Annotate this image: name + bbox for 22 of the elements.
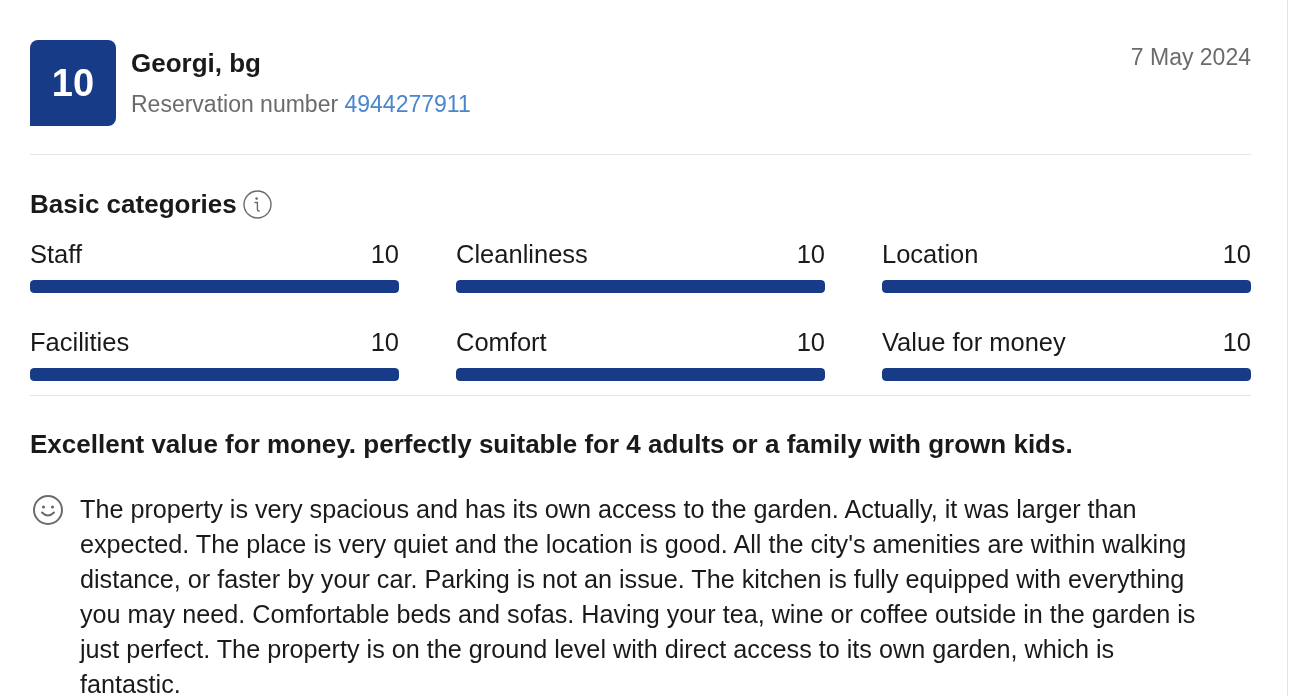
section-title: Basic categories (30, 189, 237, 219)
score-badge: 10 (30, 40, 116, 126)
category-label: Facilities (30, 327, 130, 357)
reservation-number-link[interactable]: 4944277911 (344, 91, 471, 117)
info-icon[interactable] (242, 189, 272, 219)
review-comment: The property is very spacious and has its own access to the garden. Actually, it was larger than expected. The place is very quiet and the location is good. All the city's amenities are within walking distance, or faster by your car. Parking is not an issue. The kitchen is fully equipped with everything you may need. Comfortable beds and sofas. Having your tea, wine or coffee outside in the garden is just perfect. The property is on the ground level with direct access to its own garden, which is fantastic. (80, 494, 1197, 696)
category-label: Location (882, 239, 979, 269)
category-score: 10 (1222, 239, 1251, 269)
review-date: 7 May 2024 (1130, 43, 1251, 71)
smiley-face-icon (33, 495, 63, 525)
reviewer-name: Georgi, bg (131, 48, 262, 79)
review-headline: Excellent value for money. perfectly suitable for 4 adults or a family with grown kids. (30, 429, 1074, 459)
category-score: 10 (796, 327, 825, 357)
reservation-text: Reservation number 4944277911 (131, 90, 471, 118)
category-label: Value for money (882, 327, 1066, 357)
category-score: 10 (370, 239, 399, 269)
category-score: 10 (1222, 327, 1251, 357)
category-label: Cleanliness (456, 239, 588, 269)
category-score: 10 (370, 327, 399, 357)
category-score: 10 (796, 239, 825, 269)
category-label: Comfort (456, 327, 547, 357)
category-label: Staff (30, 239, 82, 269)
